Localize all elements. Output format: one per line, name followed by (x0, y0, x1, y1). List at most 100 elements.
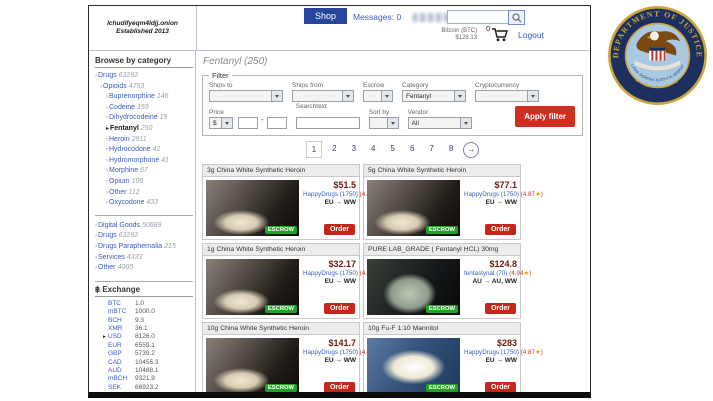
exchange-rate-row: mBCH 9321.9 (103, 375, 193, 383)
shop-tab[interactable]: Shop (304, 8, 347, 24)
searchtext-input[interactable] (296, 117, 360, 129)
cryptocurrency-select[interactable] (475, 90, 539, 102)
site-header: lchudifyeqm4ldjj.onion Established 2013 … (89, 6, 590, 51)
price-max-input[interactable] (267, 117, 287, 129)
exchange-rate-row: CAD 10455.3 (103, 359, 193, 367)
vendor-rating: (4.87 (521, 349, 535, 356)
category-bullet-icon: › (106, 94, 108, 100)
chevron-down-icon (454, 91, 465, 101)
price-min-input[interactable] (238, 117, 258, 129)
order-button[interactable]: Order (485, 224, 516, 235)
listing-title[interactable]: 10g China White Synthetic Heroin (203, 323, 359, 335)
category-select[interactable]: Fentanyl (402, 90, 466, 102)
listing-title[interactable]: 3g China White Synthetic Heroin (203, 165, 359, 177)
listing-photo: ESCROW (367, 180, 460, 236)
order-button[interactable]: Order (485, 382, 516, 393)
vendor-link[interactable]: HappyDrugs (1750) (303, 270, 358, 277)
vendor-link[interactable]: HappyDrugs (1750) (464, 349, 519, 356)
exchange-rate-row: XMR 36.1 (103, 325, 193, 333)
vendor-link[interactable]: HappyDrugs (1750) (303, 349, 358, 356)
listing-price: $283 (464, 338, 517, 348)
established-label: Established 2013 (116, 28, 169, 36)
product-listing-card[interactable]: 5g China White Synthetic Heroin ESCROW $… (363, 164, 521, 240)
category-bullet-icon: › (106, 179, 108, 185)
cart-button[interactable]: 0 (486, 28, 509, 42)
apply-filter-button[interactable]: Apply filter (515, 106, 575, 127)
page-number[interactable]: 6 (405, 141, 419, 158)
sidebar-category-item[interactable]: ›Heroin 2911 (95, 135, 193, 146)
listing-title[interactable]: PURE LAB_GRADE ( Fentanyl HCL) 30mg (364, 244, 520, 256)
category-bullet-icon: › (95, 223, 97, 229)
sidebar-category-item[interactable]: ›Opium 106 (95, 177, 193, 188)
sidebar-category-item[interactable]: ›Hydromorphone 41 (95, 156, 193, 167)
sidebar-category-item[interactable]: ›Digital Goods 50689 (95, 221, 193, 232)
category-list: ›Drugs 63292 ›Opioids 4753 ›Buprenorphin… (95, 71, 193, 209)
sidebar-category-item[interactable]: ›Drugs 63292 (95, 231, 193, 242)
vendor-link[interactable]: fentastynal (70) (464, 270, 507, 277)
sidebar-category-item[interactable]: ›Codeine 159 (95, 103, 193, 114)
onion-address: lchudifyeqm4ldjj.onion (107, 20, 178, 28)
sidebar-category-item[interactable]: ›Morphine 67 (95, 166, 193, 177)
ships-from-select[interactable] (292, 90, 354, 102)
page-number[interactable]: 8 (444, 141, 458, 158)
sidebar-category-item[interactable]: ›Oxycodone 433 (95, 198, 193, 209)
product-listing-card[interactable]: 3g China White Synthetic Heroin ESCROW $… (202, 164, 360, 240)
price-currency-select[interactable]: $ (209, 117, 233, 129)
sidebar-category-item[interactable]: ▸Fentanyl 250 (95, 124, 193, 135)
listing-price: $77.1 (464, 180, 517, 190)
order-button[interactable]: Order (324, 303, 355, 314)
escrow-badge: ESCROW (426, 384, 458, 392)
exchange-rate-row: SEK 66923.2 (103, 384, 193, 392)
ships-to-select[interactable] (209, 90, 283, 102)
exchange-rate-row: GBP 5739.2 (103, 350, 193, 358)
product-listing-card[interactable]: 1g China White Synthetic Heroin ESCROW $… (202, 243, 360, 319)
vendor-link[interactable]: HappyDrugs (1750) (464, 191, 519, 198)
listing-photo: ESCROW (206, 338, 299, 394)
page-number[interactable]: 1 (306, 141, 322, 158)
order-button[interactable]: Order (324, 382, 355, 393)
page-number[interactable]: 7 (424, 141, 438, 158)
category-bullet-icon: › (106, 190, 108, 196)
listing-title[interactable]: 5g China White Synthetic Heroin (364, 165, 520, 177)
sidebar-category-item[interactable]: ›Dihydrocodeine 15 (95, 113, 193, 124)
logout-link[interactable]: Logout (518, 30, 544, 40)
exchange-rate-row: EUR 6559.1 (103, 342, 193, 350)
chevron-down-icon (271, 91, 282, 101)
listing-title[interactable]: 10g Fu-F 1:10 Mannitol (364, 323, 520, 335)
product-listing-card[interactable]: 10g China White Synthetic Heroin ESCROW … (202, 322, 360, 398)
escrow-badge: ESCROW (426, 226, 458, 234)
escrow-select[interactable] (363, 90, 393, 102)
exchange-rate-row: BCH 9.3 (103, 317, 193, 325)
order-button[interactable]: Order (485, 303, 516, 314)
sidebar-category-item[interactable]: ›Drugs 63292 (95, 71, 193, 82)
page-number[interactable]: 4 (366, 141, 380, 158)
slide-background: lchudifyeqm4ldjj.onion Established 2013 … (0, 0, 713, 401)
sidebar-category-item[interactable]: ›Services 4333 (95, 253, 193, 264)
category-bullet-icon: › (106, 137, 108, 143)
page-number[interactable]: 3 (347, 141, 361, 158)
sort-by-select[interactable] (369, 117, 399, 129)
order-button[interactable]: Order (324, 224, 355, 235)
messages-link[interactable]: Messages: 0 (353, 12, 401, 22)
vendor-select[interactable]: All (408, 117, 472, 129)
sidebar-category-item[interactable]: ›Drugs Paraphernalia 215 (95, 242, 193, 253)
shipping-route: EU → WW (303, 357, 356, 364)
vendor-rating: (4.87 (521, 191, 535, 198)
exchange-rate-row: BTC 1.0 (103, 300, 193, 308)
sidebar-category-item[interactable]: ›Other 4005 (95, 263, 193, 274)
next-page-button[interactable]: → (463, 142, 479, 158)
search-button[interactable] (508, 10, 525, 25)
listing-price: $32.17 (303, 259, 356, 269)
sidebar-category-item[interactable]: ›Hydrocodone 42 (95, 145, 193, 156)
page-number[interactable]: 2 (327, 141, 341, 158)
listing-title[interactable]: 1g China White Synthetic Heroin (203, 244, 359, 256)
exchange-title: ฿ Exchange (95, 281, 193, 297)
product-listing-card[interactable]: 10g Fu-F 1:10 Mannitol ESCROW $283 Happy… (363, 322, 521, 398)
product-listing-card[interactable]: PURE LAB_GRADE ( Fentanyl HCL) 30mg ESCR… (363, 243, 521, 319)
vendor-link[interactable]: HappyDrugs (1750) (303, 191, 358, 198)
sidebar-category-item[interactable]: ›Opioids 4753 (95, 82, 193, 93)
page-number[interactable]: 5 (386, 141, 400, 158)
sidebar-category-item[interactable]: ›Other 112 (95, 188, 193, 199)
sidebar-category-item[interactable]: ›Buprenorphine 146 (95, 92, 193, 103)
search-input[interactable] (447, 10, 509, 24)
